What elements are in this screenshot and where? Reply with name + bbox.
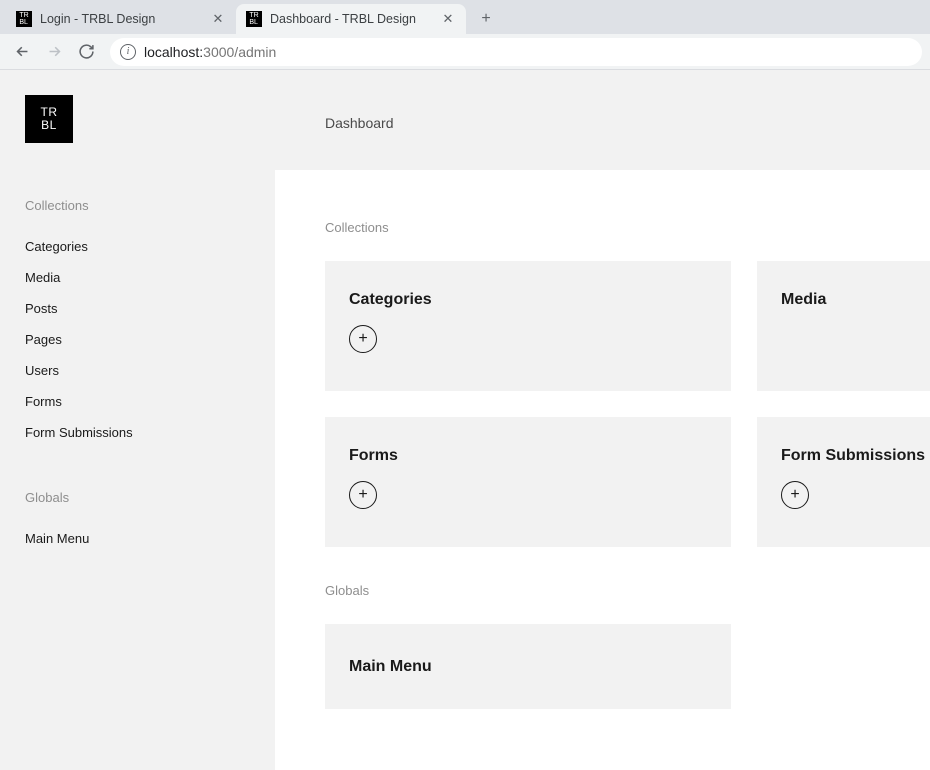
browser-chrome: TRBL Login - TRBL Design ✕ TRBL Dashboar… [0,0,930,70]
favicon: TRBL [246,11,262,27]
sidebar-collections-list: Categories Media Posts Pages Users Forms… [25,231,250,448]
card-categories[interactable]: Categories + [325,261,731,391]
url: localhost:3000/admin [144,44,276,60]
back-button[interactable] [8,38,36,66]
card-title: Form Submissions [781,447,930,465]
tab-strip: TRBL Login - TRBL Design ✕ TRBL Dashboar… [0,0,930,34]
sidebar-group-collections: Collections [25,198,250,213]
close-icon[interactable]: ✕ [440,11,456,27]
forward-button[interactable] [40,38,68,66]
close-icon[interactable]: ✕ [210,11,226,27]
new-tab-button[interactable]: + [472,5,500,33]
reload-button[interactable] [72,38,100,66]
browser-tab-login[interactable]: TRBL Login - TRBL Design ✕ [6,4,236,34]
card-main-menu[interactable]: Main Menu [325,624,731,709]
site-info-icon[interactable]: i [120,44,136,60]
add-icon[interactable]: + [349,325,377,353]
url-path: 3000/admin [203,44,276,60]
app: TRBL Collections Categories Media Posts … [0,70,930,770]
browser-toolbar: i localhost:3000/admin [0,34,930,70]
sidebar-item-main-menu[interactable]: Main Menu [25,523,250,554]
tab-title: Login - TRBL Design [40,12,202,26]
sidebar-group-globals: Globals [25,490,250,505]
card-title: Main Menu [349,658,432,676]
sidebar-item-posts[interactable]: Posts [25,293,250,324]
content: Collections Categories + Media Forms + F… [275,170,930,770]
section-globals-title: Globals [325,583,930,598]
main: Dashboard Collections Categories + Media… [275,70,930,770]
card-title: Categories [349,291,707,309]
card-form-submissions[interactable]: Form Submissions + [757,417,930,547]
page-title: Dashboard [325,115,394,131]
add-icon[interactable]: + [781,481,809,509]
sidebar-globals-list: Main Menu [25,523,250,554]
sidebar-item-categories[interactable]: Categories [25,231,250,262]
card-row-1: Categories + Media [325,261,930,391]
favicon: TRBL [16,11,32,27]
card-media[interactable]: Media [757,261,930,391]
add-icon[interactable]: + [349,481,377,509]
tab-title: Dashboard - TRBL Design [270,12,432,26]
logo[interactable]: TRBL [25,95,73,143]
sidebar-item-users[interactable]: Users [25,355,250,386]
section-collections-title: Collections [325,220,930,235]
card-title: Forms [349,447,707,465]
card-row-2: Forms + Form Submissions + [325,417,930,547]
sidebar-item-media[interactable]: Media [25,262,250,293]
address-bar[interactable]: i localhost:3000/admin [110,38,922,66]
page-header: Dashboard [275,70,930,170]
sidebar-item-forms[interactable]: Forms [25,386,250,417]
url-host: localhost: [144,44,203,60]
sidebar-item-form-submissions[interactable]: Form Submissions [25,417,250,448]
card-title: Media [781,291,930,309]
sidebar: TRBL Collections Categories Media Posts … [0,70,275,770]
sidebar-item-pages[interactable]: Pages [25,324,250,355]
card-forms[interactable]: Forms + [325,417,731,547]
browser-tab-dashboard[interactable]: TRBL Dashboard - TRBL Design ✕ [236,4,466,34]
